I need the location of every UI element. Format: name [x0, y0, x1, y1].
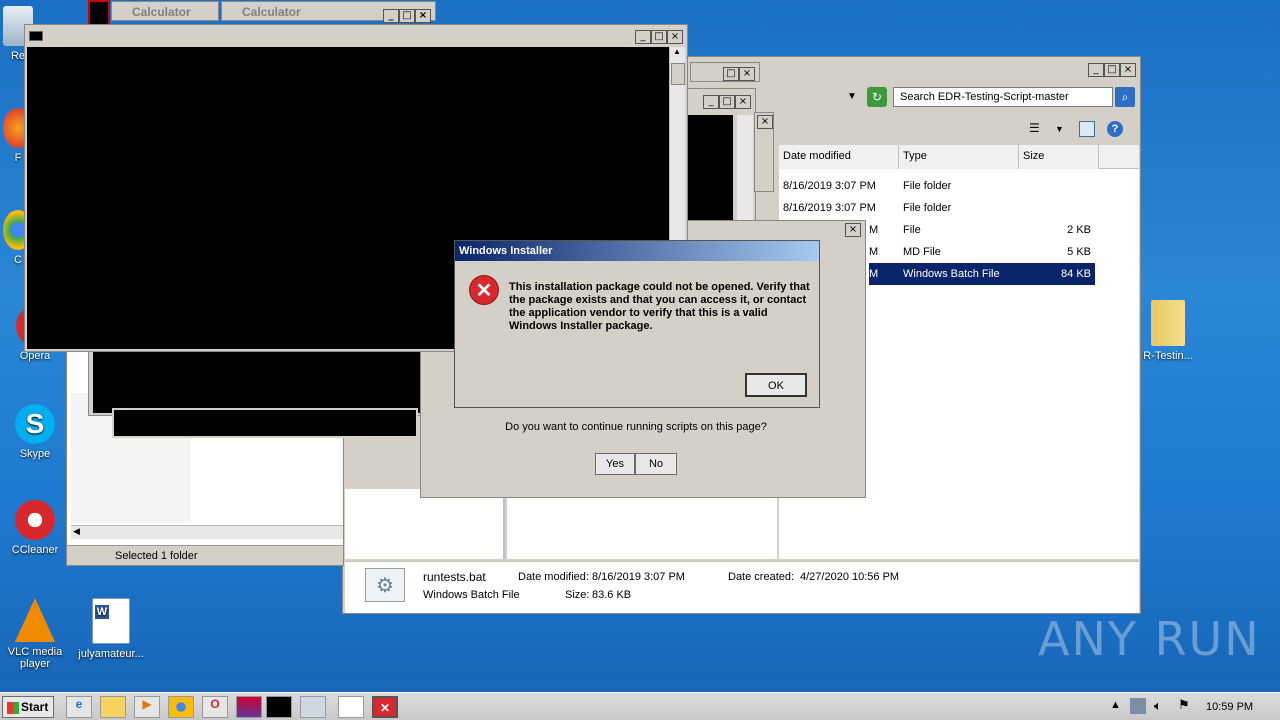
- explorer-icon[interactable]: [100, 696, 126, 718]
- search-icon[interactable]: ⌕: [1115, 87, 1135, 107]
- close-icon[interactable]: ×: [415, 9, 431, 23]
- details-filename: runtests.bat: [423, 570, 486, 584]
- details-size-value: 83.6 KB: [592, 589, 632, 601]
- tray-expand-icon[interactable]: ▲: [1110, 699, 1121, 711]
- calculator-title-2[interactable]: Calculator _ □ ×: [221, 1, 436, 23]
- close-icon[interactable]: ×: [845, 223, 861, 237]
- document-taskbar-icon[interactable]: [338, 696, 364, 718]
- details-filetype: Windows Batch File: [423, 589, 520, 601]
- ie-icon[interactable]: e: [66, 696, 92, 718]
- ccleaner-label: CCleaner: [11, 544, 59, 556]
- table-row[interactable]: 8/16/2019 3:07 PM File folder: [779, 175, 1095, 197]
- table-row[interactable]: 8/16/2019 3:07 PM File folder: [779, 197, 1095, 219]
- refresh-icon[interactable]: ↻: [867, 87, 887, 107]
- chrome-taskbar-icon[interactable]: [168, 696, 194, 718]
- installer-title-bar[interactable]: Windows Installer: [455, 241, 819, 261]
- word-doc-label: julyamateur...: [78, 648, 144, 660]
- ccleaner-icon[interactable]: CCleaner: [0, 500, 70, 556]
- batch-file-icon: ⚙: [365, 568, 405, 602]
- calculator-window-left: [88, 0, 110, 26]
- folder-label: R-Testin...: [1143, 350, 1193, 362]
- skype-icon[interactable]: S Skype: [0, 404, 70, 460]
- details-created-value: 4/27/2020 10:56 PM: [800, 571, 900, 583]
- word-doc-icon[interactable]: W julyamateur...: [76, 598, 146, 660]
- details-modified-label: Date modified:: [518, 571, 589, 583]
- error-taskbar-icon[interactable]: ✕: [372, 696, 398, 718]
- skype-label: Skype: [19, 448, 51, 460]
- dropdown-chevron-icon[interactable]: ▼: [845, 89, 859, 105]
- error-icon: ✕: [469, 275, 499, 305]
- console-window-4: ×: [754, 112, 774, 192]
- volume-icon[interactable]: 🔈︎: [1154, 698, 1162, 714]
- recycle-bin-label: Re: [10, 50, 26, 62]
- cmd-icon: [29, 31, 43, 41]
- installer-message: This installation package could not be o…: [509, 281, 810, 332]
- details-modified-value: 8/16/2019 3:07 PM: [592, 571, 685, 583]
- close-icon[interactable]: ×: [757, 115, 773, 129]
- winrar-icon[interactable]: [236, 696, 262, 718]
- media-player-icon[interactable]: ▶: [134, 696, 160, 718]
- close-icon[interactable]: ×: [1120, 63, 1136, 77]
- installer-dialog: Windows Installer ✕ This installation pa…: [454, 240, 820, 408]
- search-input[interactable]: Search EDR-Testing-Script-master: [893, 87, 1113, 107]
- chrome-label: C: [14, 254, 22, 266]
- view-options-icon[interactable]: ☰: [1029, 121, 1047, 137]
- maximize-icon[interactable]: □: [1104, 63, 1120, 77]
- calculator-taskbar-icon[interactable]: [300, 696, 326, 718]
- console-window-5: [112, 408, 418, 438]
- script-error-question: Do you want to continue running scripts …: [505, 421, 767, 433]
- details-created-label: Date created:: [728, 571, 795, 583]
- vlc-label: VLC media player: [7, 646, 63, 670]
- view-dropdown-icon[interactable]: ▼: [1055, 121, 1067, 137]
- close-icon[interactable]: ×: [667, 30, 683, 44]
- cmd-taskbar-icon[interactable]: [266, 696, 292, 718]
- column-size[interactable]: Size: [1019, 145, 1099, 169]
- horizontal-scrollbar[interactable]: ◀: [71, 525, 343, 539]
- maximize-icon[interactable]: □: [399, 9, 415, 23]
- maximize-icon[interactable]: □: [719, 95, 735, 109]
- help-icon[interactable]: ?: [1107, 121, 1123, 137]
- minimize-icon[interactable]: _: [635, 30, 651, 44]
- firefox-label: F: [14, 152, 22, 164]
- ok-button[interactable]: OK: [745, 373, 807, 397]
- column-type[interactable]: Type: [899, 145, 1019, 169]
- taskbar: Start e ▶ O ✕ ▲ 🔈︎ ⚑ 10:59 PM: [0, 692, 1280, 720]
- folder-icon[interactable]: R-Testin...: [1138, 300, 1198, 362]
- maximize-icon[interactable]: □: [651, 30, 667, 44]
- details-size-label: Size:: [565, 589, 590, 601]
- status-bar: Selected 1 folder: [67, 545, 343, 565]
- network-icon[interactable]: [1130, 698, 1146, 714]
- minimize-icon[interactable]: _: [383, 9, 399, 23]
- calculator-title-1[interactable]: Calculator: [111, 1, 219, 21]
- table-row-selected[interactable]: M Windows Batch File 84 KB: [869, 263, 1095, 285]
- navigation-pane: [345, 489, 505, 559]
- watermark: ANY RUN: [1038, 612, 1261, 666]
- flag-icon[interactable]: ⚑: [1178, 697, 1190, 713]
- details-pane: ⚙ runtests.bat Windows Batch File Date m…: [345, 561, 1139, 613]
- minimize-icon[interactable]: _: [703, 95, 719, 109]
- column-date-modified[interactable]: Date modified: [779, 145, 899, 169]
- explorer-caption-buttons: _ □ ×: [1088, 61, 1136, 77]
- vlc-icon[interactable]: VLC media player: [0, 598, 70, 670]
- close-icon[interactable]: ×: [735, 95, 751, 109]
- opera-taskbar-icon[interactable]: O: [202, 696, 228, 718]
- no-button[interactable]: No: [635, 453, 677, 475]
- console-window-3: □ ×: [690, 62, 760, 82]
- windows-logo-icon: [7, 701, 19, 714]
- navigation-pane-right: [507, 489, 777, 559]
- start-button[interactable]: Start: [2, 696, 54, 718]
- yes-button[interactable]: Yes: [595, 453, 635, 475]
- minimize-icon[interactable]: _: [1088, 63, 1104, 77]
- preview-pane-icon[interactable]: [1079, 121, 1095, 137]
- clock[interactable]: 10:59 PM: [1206, 701, 1253, 713]
- column-headers: Date modified Type Size: [779, 145, 1139, 169]
